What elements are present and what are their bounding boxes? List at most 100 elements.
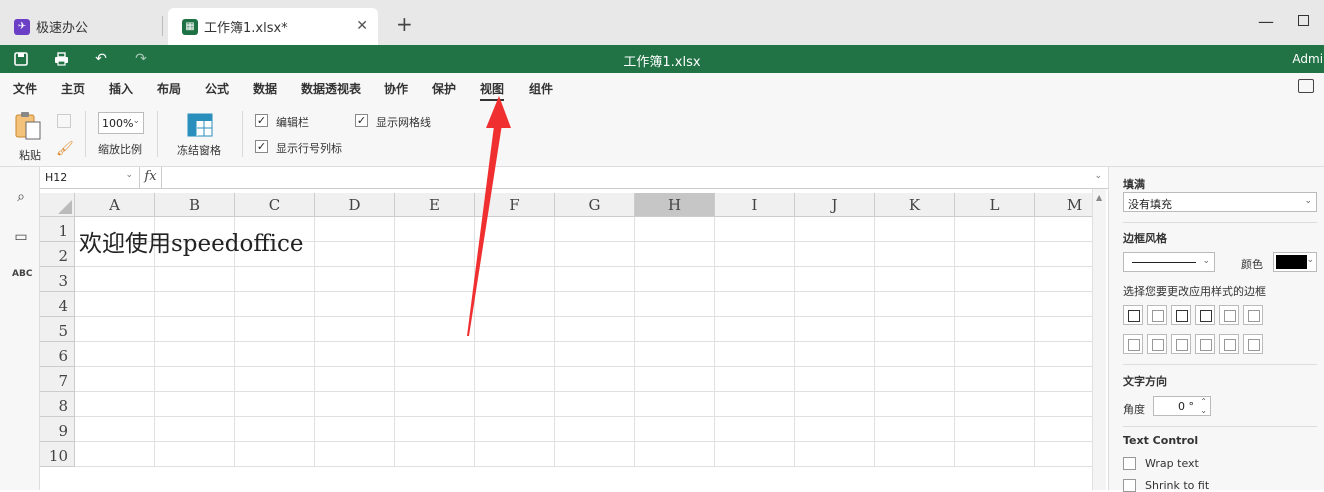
cell-c8[interactable] — [235, 392, 315, 417]
format-painter-icon[interactable]: 🖌 — [56, 141, 74, 157]
border-style-select[interactable]: ⌄ — [1123, 252, 1215, 272]
cell-d6[interactable] — [315, 342, 395, 367]
cell-a3[interactable] — [75, 267, 155, 292]
cell-j2[interactable] — [795, 242, 875, 267]
cell-l1[interactable] — [955, 217, 1035, 242]
cell-h9[interactable] — [635, 417, 715, 442]
menu-file[interactable]: 文件 — [13, 80, 37, 97]
stepper-arrows-icon[interactable]: ⌃ ⌄ — [1200, 397, 1207, 415]
menu-protect[interactable]: 保护 — [432, 80, 456, 97]
select-all-corner[interactable] — [40, 193, 75, 217]
zoom-select[interactable]: 100% ⌄ — [98, 112, 144, 134]
cell-i10[interactable] — [715, 442, 795, 467]
copy-icon[interactable] — [57, 114, 71, 128]
cell-l10[interactable] — [955, 442, 1035, 467]
paste-button[interactable]: 粘贴 — [14, 111, 44, 162]
new-tab-button[interactable]: + — [396, 12, 413, 36]
column-header-c[interactable]: C — [235, 193, 315, 217]
column-header-e[interactable]: E — [395, 193, 475, 217]
cell-h7[interactable] — [635, 367, 715, 392]
cell-j5[interactable] — [795, 317, 875, 342]
spellcheck-icon[interactable]: ABC — [12, 269, 32, 287]
minimize-icon[interactable]: — — [1258, 12, 1274, 31]
cell-l9[interactable] — [955, 417, 1035, 442]
cell-f4[interactable] — [475, 292, 555, 317]
cell-j6[interactable] — [795, 342, 875, 367]
diagonal-up-button[interactable] — [1219, 305, 1239, 325]
column-header-g[interactable]: G — [555, 193, 635, 217]
cell-g5[interactable] — [555, 317, 635, 342]
row-header-8[interactable]: 8 — [40, 392, 75, 417]
cell-h8[interactable] — [635, 392, 715, 417]
cell-i5[interactable] — [715, 317, 795, 342]
cell-m5[interactable] — [1035, 317, 1092, 342]
cell-i9[interactable] — [715, 417, 795, 442]
cell-k3[interactable] — [875, 267, 955, 292]
tab-workbook[interactable]: ▦ 工作簿1.xlsx* ✕ — [168, 8, 378, 45]
cell-f8[interactable] — [475, 392, 555, 417]
name-box[interactable]: H12 ⌄ — [40, 167, 140, 188]
cell-d9[interactable] — [315, 417, 395, 442]
column-header-a[interactable]: A — [75, 193, 155, 217]
cell-l7[interactable] — [955, 367, 1035, 392]
cell-k10[interactable] — [875, 442, 955, 467]
cell-a7[interactable] — [75, 367, 155, 392]
right-border-button[interactable] — [1171, 334, 1191, 354]
cell-c10[interactable] — [235, 442, 315, 467]
cell-c5[interactable] — [235, 317, 315, 342]
cell-e10[interactable] — [395, 442, 475, 467]
cell-m3[interactable] — [1035, 267, 1092, 292]
menu-layout[interactable]: 布局 — [157, 80, 181, 97]
cell-i8[interactable] — [715, 392, 795, 417]
cell-a4[interactable] — [75, 292, 155, 317]
inner-borders-button[interactable] — [1147, 305, 1167, 325]
cell-m7[interactable] — [1035, 367, 1092, 392]
fill-select[interactable]: 没有填充 ⌄ — [1123, 192, 1317, 212]
cell-f10[interactable] — [475, 442, 555, 467]
column-header-l[interactable]: L — [955, 193, 1035, 217]
cell-c3[interactable] — [235, 267, 315, 292]
formula-bar-checkbox[interactable]: ✓ — [255, 114, 268, 127]
cell-j1[interactable] — [795, 217, 875, 242]
cell-b10[interactable] — [155, 442, 235, 467]
function-icon[interactable]: fx — [140, 167, 162, 188]
cell-b3[interactable] — [155, 267, 235, 292]
cell-m2[interactable] — [1035, 242, 1092, 267]
cell-b7[interactable] — [155, 367, 235, 392]
cell-i6[interactable] — [715, 342, 795, 367]
cell-j10[interactable] — [795, 442, 875, 467]
column-header-j[interactable]: J — [795, 193, 875, 217]
cell-m9[interactable] — [1035, 417, 1092, 442]
cell-f3[interactable] — [475, 267, 555, 292]
column-header-b[interactable]: B — [155, 193, 235, 217]
cell-d4[interactable] — [315, 292, 395, 317]
inside-borders-button[interactable] — [1171, 305, 1191, 325]
expand-formula-icon[interactable]: ⌄ — [1094, 171, 1102, 181]
cell-e8[interactable] — [395, 392, 475, 417]
cell-b6[interactable] — [155, 342, 235, 367]
bottom-border-button[interactable] — [1243, 334, 1263, 354]
gridlines-checkbox[interactable]: ✓ — [355, 114, 368, 127]
cell-h5[interactable] — [635, 317, 715, 342]
cell-k7[interactable] — [875, 367, 955, 392]
inner-horizontal-border-button[interactable] — [1219, 334, 1239, 354]
cell-g8[interactable] — [555, 392, 635, 417]
cell-c7[interactable] — [235, 367, 315, 392]
cell-f9[interactable] — [475, 417, 555, 442]
cell-i2[interactable] — [715, 242, 795, 267]
cell-b9[interactable] — [155, 417, 235, 442]
top-border-button[interactable] — [1195, 334, 1215, 354]
shrink-to-fit-checkbox[interactable] — [1123, 479, 1136, 492]
tab-home[interactable]: ✈ 极速办公 — [0, 8, 160, 45]
cell-e6[interactable] — [395, 342, 475, 367]
cell-e5[interactable] — [395, 317, 475, 342]
cell-f6[interactable] — [475, 342, 555, 367]
cell-g7[interactable] — [555, 367, 635, 392]
cell-k9[interactable] — [875, 417, 955, 442]
diagonal-down-button[interactable] — [1243, 305, 1263, 325]
inner-vertical-border-button[interactable] — [1147, 334, 1167, 354]
cell-g6[interactable] — [555, 342, 635, 367]
column-header-k[interactable]: K — [875, 193, 955, 217]
cell-j4[interactable] — [795, 292, 875, 317]
cell-i7[interactable] — [715, 367, 795, 392]
